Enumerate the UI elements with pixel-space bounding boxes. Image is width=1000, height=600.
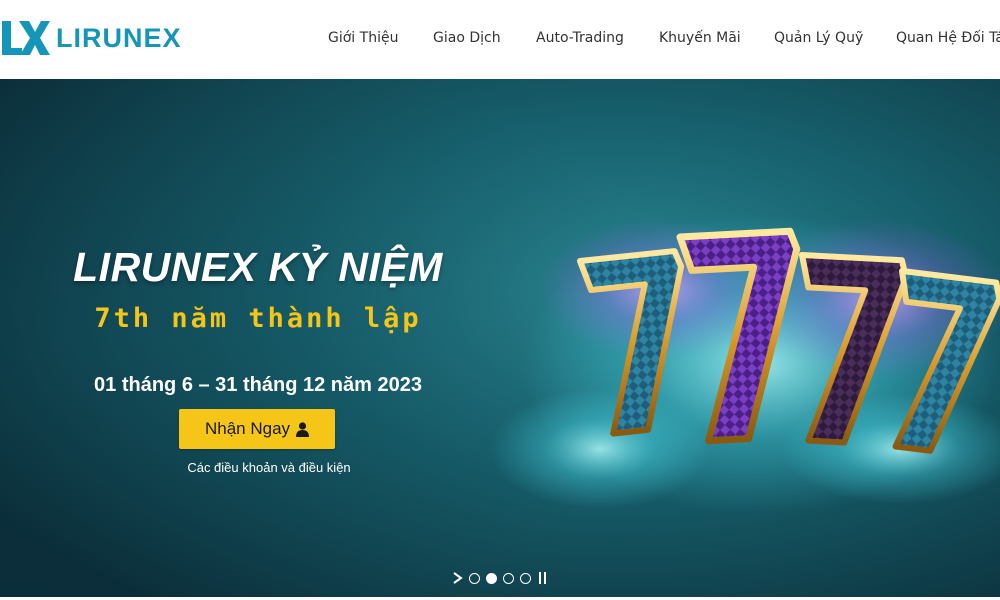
- hero-subheadline: 7th năm thành lập: [94, 303, 422, 334]
- user-icon: [296, 421, 310, 437]
- nav-item-auto-trading[interactable]: Auto-Trading: [536, 30, 624, 46]
- chevron-right-icon[interactable]: [452, 572, 463, 584]
- claim-now-button[interactable]: Nhận Ngay: [179, 409, 335, 449]
- lucky-sevens-illustration: [577, 227, 1000, 454]
- nav-item-giao-dich[interactable]: Giao Dịch: [433, 30, 501, 46]
- carousel-dot-3[interactable]: [503, 572, 514, 584]
- site-header: LIRUNEX Giới Thiệu Giao Dịch Auto-Tradin…: [0, 0, 1000, 78]
- terms-link[interactable]: Các điều khoản và điều kiện: [0, 460, 538, 475]
- pause-icon[interactable]: [539, 572, 549, 584]
- nav-item-quan-he-doi-tac[interactable]: Quan Hệ Đối Tác: [896, 30, 1000, 46]
- nav-item-gioi-thieu[interactable]: Giới Thiệu: [328, 30, 398, 46]
- carousel-controls: [452, 571, 549, 585]
- carousel-dot-1[interactable]: [469, 572, 480, 584]
- hero-headline: LIRUNEX KỶ NIỆM: [73, 244, 443, 290]
- main-nav: Giới Thiệu Giao Dịch Auto-Trading Khuyến…: [0, 0, 1000, 78]
- hero-text-block: LIRUNEX KỶ NIỆM 7th năm thành lập 01 thá…: [0, 79, 516, 597]
- hero-banner: LIRUNEX KỶ NIỆM 7th năm thành lập 01 thá…: [0, 79, 1000, 597]
- carousel-dot-4[interactable]: [520, 572, 531, 584]
- promo-date-range: 01 tháng 6 – 31 tháng 12 năm 2023: [94, 374, 422, 396]
- claim-now-label: Nhận Ngay: [204, 419, 291, 438]
- carousel-dot-2[interactable]: [486, 572, 497, 584]
- nav-item-khuyen-mai[interactable]: Khuyến Mãi: [659, 30, 741, 46]
- nav-item-quan-ly-quy[interactable]: Quản Lý Quỹ: [774, 30, 863, 46]
